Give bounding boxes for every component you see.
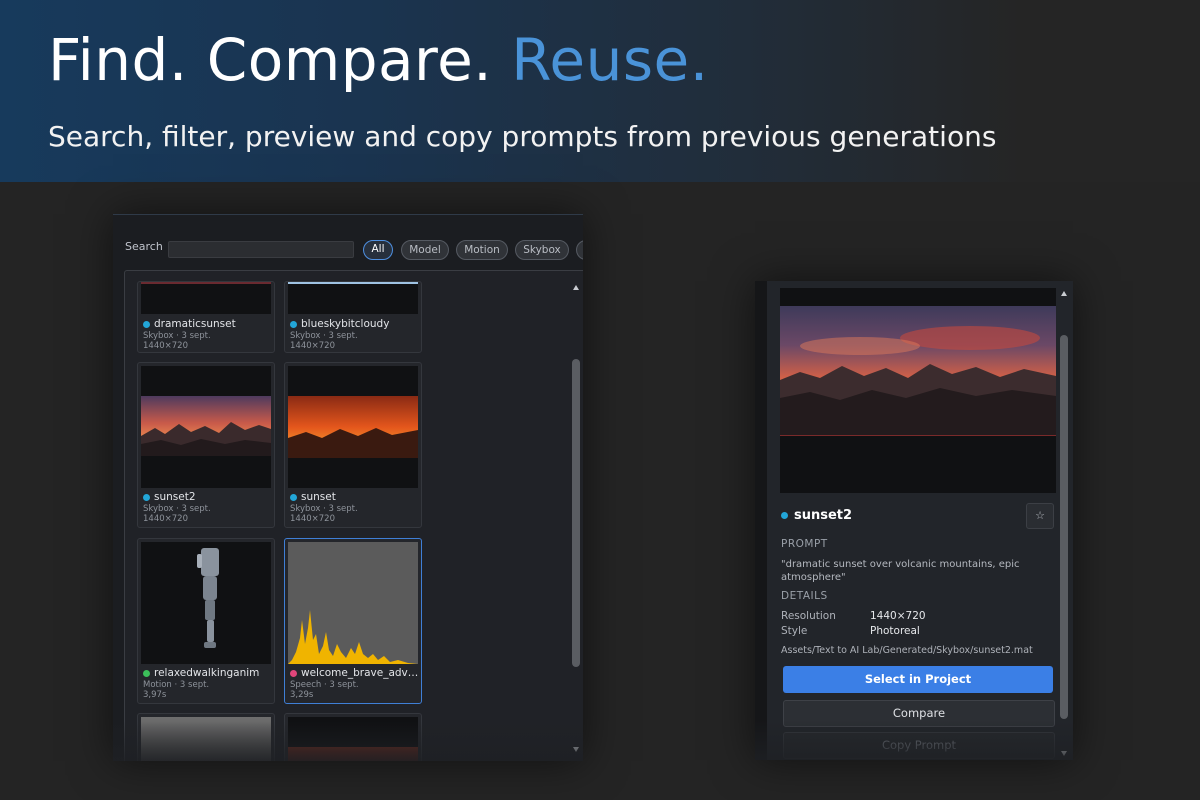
status-dot	[290, 321, 297, 328]
filter-chip-model[interactable]: Model	[401, 240, 449, 260]
details-label: DETAILS	[781, 590, 828, 602]
asset-card-welcome-brave-adventurer[interactable]: welcome_brave_adventurer Speech · 3 sept…	[284, 538, 422, 704]
prompt-text: "dramatic sunset over volcanic mountains…	[781, 559, 1020, 583]
search-row: Search All Model Motion Skybox	[113, 237, 583, 261]
card-meta: Skybox · 3 sept.	[290, 504, 358, 514]
card-meta: Motion · 3 sept.	[143, 680, 210, 690]
style-value: Photoreal	[870, 625, 920, 637]
star-icon: ☆	[1035, 509, 1045, 522]
scroll-up-icon[interactable]	[573, 285, 579, 290]
waveform-thumbnail	[288, 542, 418, 664]
prompt-label: PROMPT	[781, 538, 828, 550]
card-meta: Skybox · 3 sept.	[143, 504, 211, 514]
hero-title-main: Find. Compare.	[48, 26, 493, 94]
status-dot	[290, 494, 297, 501]
status-dot	[143, 670, 150, 677]
status-dot	[143, 494, 150, 501]
resolution-key: Resolution	[781, 610, 836, 622]
select-in-project-button[interactable]: Select in Project	[783, 666, 1053, 693]
grid-scrollbar[interactable]	[571, 285, 581, 755]
status-dot	[143, 321, 150, 328]
thumbnail	[288, 717, 418, 761]
status-dot	[290, 670, 297, 677]
card-meta: Speech · 3 sept.	[290, 680, 359, 690]
card-info: 1440×720	[143, 514, 188, 524]
asset-path: Assets/Text to AI Lab/Generated/Skybox/s…	[781, 645, 1033, 656]
asset-card-partial[interactable]	[137, 713, 275, 761]
asset-card-dramaticsunset[interactable]: dramaticsunset Skybox · 3 sept. 1440×720	[137, 281, 275, 353]
search-input[interactable]	[168, 241, 354, 258]
card-name: sunset2	[154, 491, 196, 503]
filter-chip-all[interactable]: All	[363, 240, 393, 260]
thumbnail	[141, 717, 271, 761]
asset-card-partial[interactable]	[284, 713, 422, 761]
copy-prompt-button[interactable]: Copy Prompt	[783, 732, 1055, 759]
card-info: 1440×720	[290, 341, 335, 351]
filter-chip-skybox[interactable]: Skybox	[515, 240, 569, 260]
card-info: 3,97s	[143, 690, 167, 700]
card-name: blueskybitcloudy	[301, 318, 390, 330]
asset-card-sunset[interactable]: sunset Skybox · 3 sept. 1440×720	[284, 362, 422, 528]
card-info: 1440×720	[290, 514, 335, 524]
asset-card-sunset2[interactable]: sunset2 Skybox · 3 sept. 1440×720	[137, 362, 275, 528]
scroll-down-icon[interactable]	[573, 747, 579, 752]
thumbnail	[288, 366, 418, 488]
asset-grid: dramaticsunset Skybox · 3 sept. 1440×720…	[124, 270, 583, 761]
scroll-down-icon[interactable]	[1061, 751, 1067, 756]
thumbnail	[141, 542, 271, 664]
thumbnail	[141, 366, 271, 488]
asset-browser-panel: Search All Model Motion Skybox dramatics…	[113, 214, 583, 761]
skybox-preview	[780, 288, 1056, 493]
asset-card-blueskybitcloudy[interactable]: blueskybitcloudy Skybox · 3 sept. 1440×7…	[284, 281, 422, 353]
thumbnail	[288, 282, 418, 314]
scrollbar-thumb[interactable]	[572, 359, 580, 667]
search-label: Search	[125, 240, 163, 253]
card-meta: Skybox · 3 sept.	[290, 331, 358, 341]
card-name: sunset	[301, 491, 336, 503]
hero-title: Find. Compare. Reuse.	[48, 26, 709, 94]
thumbnail	[141, 282, 271, 314]
detail-title: sunset2	[794, 508, 853, 523]
panel-edge	[755, 281, 767, 760]
status-dot	[781, 512, 788, 519]
hero-subtitle: Search, filter, preview and copy prompts…	[48, 120, 997, 153]
resolution-value: 1440×720	[870, 610, 926, 622]
card-name: welcome_brave_adventurer	[301, 667, 419, 679]
scroll-up-icon[interactable]	[1061, 291, 1067, 296]
compare-button[interactable]: Compare	[783, 700, 1055, 727]
hero-banner: Find. Compare. Reuse. Search, filter, pr…	[0, 0, 1200, 182]
style-key: Style	[781, 625, 808, 637]
card-info: 3,29s	[290, 690, 314, 700]
filter-chip-more[interactable]	[576, 240, 583, 260]
filter-chip-motion[interactable]: Motion	[456, 240, 508, 260]
card-name: relaxedwalkinganim	[154, 667, 260, 679]
card-meta: Skybox · 3 sept.	[143, 331, 211, 341]
asset-card-relaxedwalkinganim[interactable]: relaxedwalkinganim Motion · 3 sept. 3,97…	[137, 538, 275, 704]
favorite-button[interactable]: ☆	[1026, 503, 1054, 529]
card-info: 1440×720	[143, 341, 188, 351]
asset-detail-panel: sunset2 ☆ PROMPT "dramatic sunset over v…	[755, 281, 1073, 760]
card-name: dramaticsunset	[154, 318, 236, 330]
hero-title-accent: Reuse.	[511, 26, 709, 94]
detail-content: sunset2 ☆ PROMPT "dramatic sunset over v…	[767, 281, 1073, 760]
scrollbar-thumb[interactable]	[1060, 335, 1068, 719]
detail-scrollbar[interactable]	[1059, 291, 1069, 757]
